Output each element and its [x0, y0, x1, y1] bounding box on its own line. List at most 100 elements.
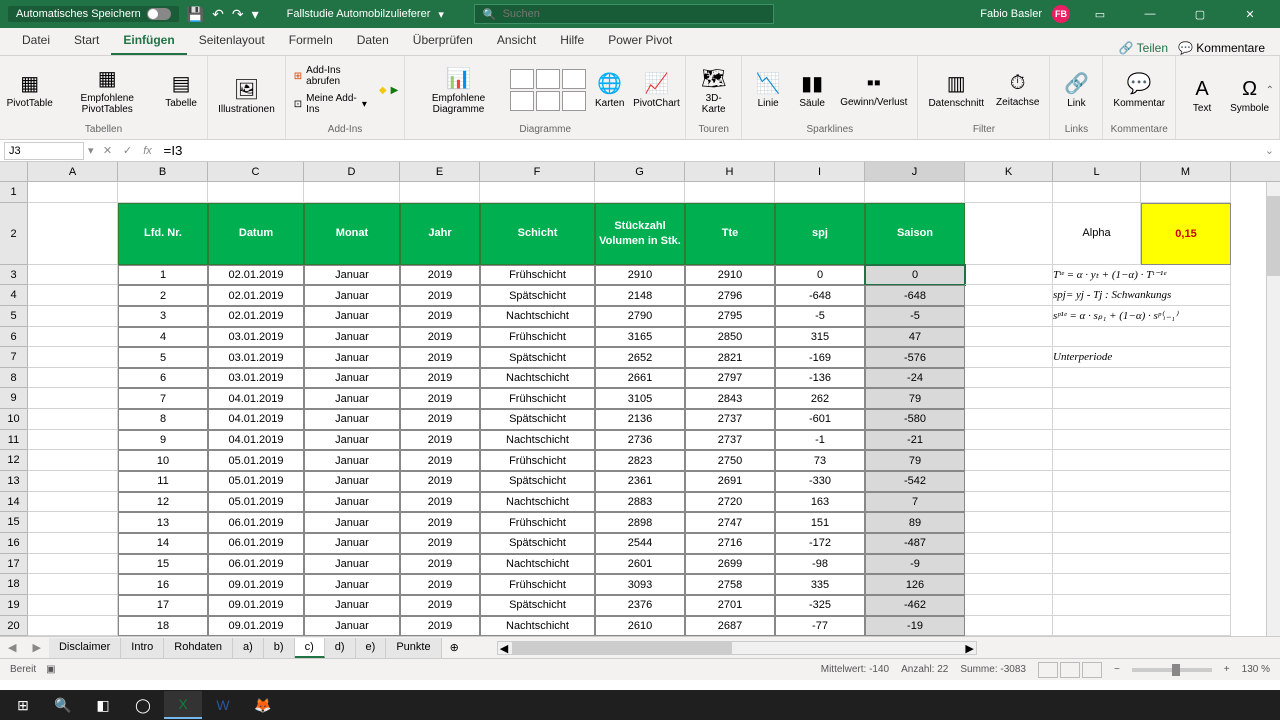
cell[interactable]	[965, 285, 1053, 306]
cell-t-1[interactable]: 2796	[685, 285, 775, 306]
row-header-11[interactable]: 11	[0, 430, 28, 451]
cell-d-7[interactable]: 04.01.2019	[208, 409, 304, 430]
start-menu-button[interactable]: ⊞	[4, 691, 42, 719]
task-app-1[interactable]: ◧	[84, 691, 122, 719]
cell-sp-11[interactable]: 163	[775, 492, 865, 513]
cell-n-10[interactable]: 11	[118, 471, 208, 492]
close-icon[interactable]: ✕	[1230, 8, 1270, 21]
row-header-14[interactable]: 14	[0, 492, 28, 513]
col-header-L[interactable]: L	[1053, 162, 1141, 181]
cell-n-16[interactable]: 17	[118, 595, 208, 616]
cell-sp-3[interactable]: 315	[775, 327, 865, 348]
sparkline-winloss-button[interactable]: ▪▪Gewinn/Verlust	[836, 70, 911, 110]
cell[interactable]	[965, 388, 1053, 409]
row-header-16[interactable]: 16	[0, 533, 28, 554]
row-header-6[interactable]: 6	[0, 327, 28, 348]
cell[interactable]	[965, 512, 1053, 533]
pivottable-button[interactable]: ▦PivotTable	[6, 69, 53, 111]
cell-s-13[interactable]: Spätschicht	[480, 533, 595, 554]
cell-j-13[interactable]: 2019	[400, 533, 480, 554]
cell-t-9[interactable]: 2750	[685, 450, 775, 471]
cell-sp-10[interactable]: -330	[775, 471, 865, 492]
tab-daten[interactable]: Daten	[345, 27, 401, 55]
side-formula-16[interactable]	[1053, 595, 1231, 616]
column-headers[interactable]: ABCDEFGHIJKLM	[0, 162, 1280, 182]
cell-j-5[interactable]: 2019	[400, 368, 480, 389]
cell-saison-12[interactable]: 89	[865, 512, 965, 533]
cell[interactable]	[1141, 182, 1231, 203]
cell[interactable]	[965, 430, 1053, 451]
cell-t-17[interactable]: 2687	[685, 616, 775, 636]
side-formula-6[interactable]	[1053, 388, 1231, 409]
row-header-10[interactable]: 10	[0, 409, 28, 430]
row-headers[interactable]: 1234567891011121314151617181920	[0, 182, 28, 636]
cell-m-16[interactable]: Januar	[304, 595, 400, 616]
qat-more-icon[interactable]: ▾	[252, 6, 259, 23]
cell-v-0[interactable]: 2910	[595, 265, 685, 286]
cell-m-12[interactable]: Januar	[304, 512, 400, 533]
cell-sp-4[interactable]: -169	[775, 347, 865, 368]
cell-s-14[interactable]: Nachtschicht	[480, 554, 595, 575]
chart-type-grid[interactable]	[510, 69, 586, 111]
excel-task-button[interactable]: X	[164, 691, 202, 719]
cell-v-7[interactable]: 2136	[595, 409, 685, 430]
cell-saison-1[interactable]: -648	[865, 285, 965, 306]
side-formula-4[interactable]: Unterperiode	[1053, 347, 1231, 368]
cell-j-3[interactable]: 2019	[400, 327, 480, 348]
cell[interactable]	[965, 203, 1053, 265]
cell[interactable]	[28, 203, 118, 265]
cell-saison-4[interactable]: -576	[865, 347, 965, 368]
cell-j-9[interactable]: 2019	[400, 450, 480, 471]
table-header-3[interactable]: Jahr	[400, 203, 480, 265]
table-header-7[interactable]: spj	[775, 203, 865, 265]
cell[interactable]	[400, 182, 480, 203]
zoom-slider[interactable]	[1132, 668, 1212, 672]
cancel-formula-icon[interactable]: ✕	[98, 144, 118, 157]
cell-v-4[interactable]: 2652	[595, 347, 685, 368]
cell-v-16[interactable]: 2376	[595, 595, 685, 616]
cell-d-1[interactable]: 02.01.2019	[208, 285, 304, 306]
cell-m-6[interactable]: Januar	[304, 388, 400, 409]
col-header-A[interactable]: A	[28, 162, 118, 181]
cell-m-0[interactable]: Januar	[304, 265, 400, 286]
col-header-G[interactable]: G	[595, 162, 685, 181]
my-addins-button[interactable]: ⊡ Meine Add-Ins ▾	[292, 91, 369, 117]
link-button[interactable]: 🔗Link	[1056, 69, 1096, 111]
cell[interactable]	[28, 347, 118, 368]
recommended-pivottables-button[interactable]: ▦Empfohlene PivotTables	[57, 64, 157, 117]
cell-j-14[interactable]: 2019	[400, 554, 480, 575]
cell-m-2[interactable]: Januar	[304, 306, 400, 327]
cell-j-4[interactable]: 2019	[400, 347, 480, 368]
cell-t-2[interactable]: 2795	[685, 306, 775, 327]
cell[interactable]	[965, 265, 1053, 286]
col-header-D[interactable]: D	[304, 162, 400, 181]
tab-start[interactable]: Start	[62, 27, 111, 55]
row-header-15[interactable]: 15	[0, 512, 28, 533]
tab-formeln[interactable]: Formeln	[277, 27, 345, 55]
cell-n-17[interactable]: 18	[118, 616, 208, 636]
cell[interactable]	[685, 182, 775, 203]
side-formula-1[interactable]: spj= yj - Tj : Schwankungs	[1053, 285, 1231, 306]
cell-sp-16[interactable]: -325	[775, 595, 865, 616]
cell[interactable]	[965, 409, 1053, 430]
cell[interactable]	[28, 595, 118, 616]
fx-icon[interactable]: fx	[138, 145, 158, 157]
cell-sp-8[interactable]: -1	[775, 430, 865, 451]
cell-saison-10[interactable]: -542	[865, 471, 965, 492]
cell-n-8[interactable]: 9	[118, 430, 208, 451]
side-formula-2[interactable]: sᵖ¹ᵉ = α · sₚ₁ + (1−α) · sᵖ⁽ᵢ₋₁⁾	[1053, 306, 1231, 327]
page-layout-view-button[interactable]	[1060, 662, 1080, 678]
cell-m-8[interactable]: Januar	[304, 430, 400, 451]
cell-saison-5[interactable]: -24	[865, 368, 965, 389]
add-sheet-button[interactable]: ⊕	[442, 641, 467, 654]
cell-v-5[interactable]: 2661	[595, 368, 685, 389]
cell-n-2[interactable]: 3	[118, 306, 208, 327]
save-icon[interactable]: 💾	[187, 6, 204, 23]
cell-j-2[interactable]: 2019	[400, 306, 480, 327]
cell-v-10[interactable]: 2361	[595, 471, 685, 492]
table-header-6[interactable]: Tte	[685, 203, 775, 265]
cell-d-12[interactable]: 06.01.2019	[208, 512, 304, 533]
cell-m-14[interactable]: Januar	[304, 554, 400, 575]
cell[interactable]	[965, 554, 1053, 575]
cell-v-2[interactable]: 2790	[595, 306, 685, 327]
